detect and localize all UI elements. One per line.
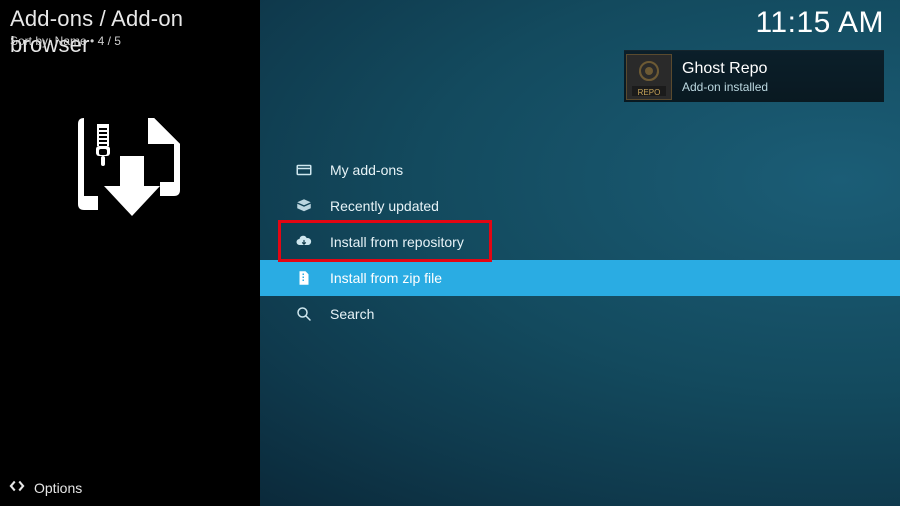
breadcrumb: Add-ons / Add-on browser: [10, 6, 260, 58]
addon-browser-icon: [72, 110, 192, 235]
highlight-box: [278, 220, 492, 262]
toast-thumbnail: REPO: [626, 54, 672, 100]
sort-line: Sort by: Name • 4 / 5: [10, 34, 121, 48]
toast-subtitle: Add-on installed: [682, 80, 768, 94]
menu-item-install-from-zip[interactable]: Install from zip file: [260, 260, 900, 296]
sidebar: Add-ons / Add-on browser Sort by: Name •…: [0, 0, 260, 506]
search-icon: [294, 304, 314, 324]
menu-item-search[interactable]: Search: [260, 296, 900, 332]
menu-item-label: Install from zip file: [330, 270, 442, 286]
svg-text:REPO: REPO: [638, 88, 661, 97]
clock: 11:15 AM: [755, 6, 884, 40]
my-addons-icon: [294, 160, 314, 180]
menu-item-label: Search: [330, 306, 374, 322]
menu-item-label: My add-ons: [330, 162, 403, 178]
main-panel: 11:15 AM REPO Ghost Repo Add-on installe…: [260, 0, 900, 506]
options-label: Options: [34, 480, 82, 496]
menu-item-recently-updated[interactable]: Recently updated: [260, 188, 900, 224]
options-button[interactable]: Options: [8, 477, 82, 498]
box-open-icon: [294, 196, 314, 216]
menu-item-label: Recently updated: [330, 198, 439, 214]
menu-item-my-addons[interactable]: My add-ons: [260, 152, 900, 188]
toast-title: Ghost Repo: [682, 60, 768, 78]
options-icon: [8, 477, 26, 498]
notification-toast: REPO Ghost Repo Add-on installed: [624, 50, 884, 102]
zip-file-icon: [294, 268, 314, 288]
